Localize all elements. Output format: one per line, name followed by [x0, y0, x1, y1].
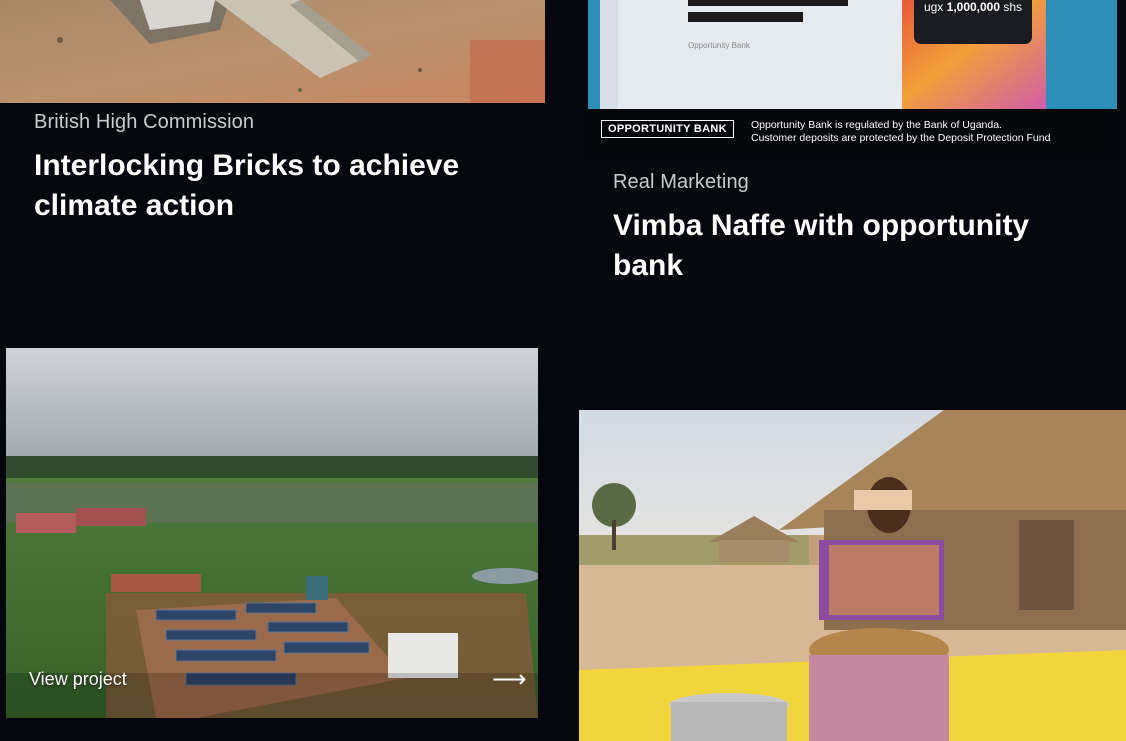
- amount-suffix: shs: [1003, 0, 1023, 14]
- amount-value: 1,000,000: [946, 0, 1001, 14]
- project-image-woman-winnowing[interactable]: [579, 410, 1126, 741]
- regulation-note-line1: Opportunity Bank is regulated by the Ban…: [751, 119, 1002, 131]
- card-caption-text: Opportunity Bank: [688, 41, 751, 50]
- project-title[interactable]: Vimba Naffe with opportunity bank: [613, 206, 1083, 286]
- regulation-note: Opportunity Bank is regulated by the Ban…: [751, 119, 1050, 145]
- disclaimer-bar: OPPORTUNITY BANK Opportunity Bank is reg…: [588, 109, 1117, 156]
- regulation-note-line2: Customer deposits are protected by the D…: [751, 132, 1051, 144]
- amount-prefix: ugx: [923, 0, 944, 14]
- projects-grid: British High Commission Interlocking Bri…: [0, 0, 1126, 741]
- project-title[interactable]: Interlocking Bricks to achieve climate a…: [34, 146, 504, 226]
- amount-badge: ugx 1,000,000 shs: [914, 0, 1032, 44]
- project-image-solar-farm[interactable]: [6, 348, 538, 718]
- opportunity-bank-logo: OPPORTUNITY BANK: [601, 120, 734, 138]
- project-image-opportunity-bank[interactable]: Opportunity Bank ugx 1,000,000 shs OPPOR…: [588, 0, 1117, 156]
- arrow-right-icon[interactable]: ⟶: [492, 668, 526, 692]
- project-image-interlocking-bricks[interactable]: [0, 0, 545, 103]
- project-client: British High Commission: [34, 111, 255, 133]
- project-client: Real Marketing: [613, 171, 749, 193]
- view-project-link[interactable]: View project: [29, 669, 127, 690]
